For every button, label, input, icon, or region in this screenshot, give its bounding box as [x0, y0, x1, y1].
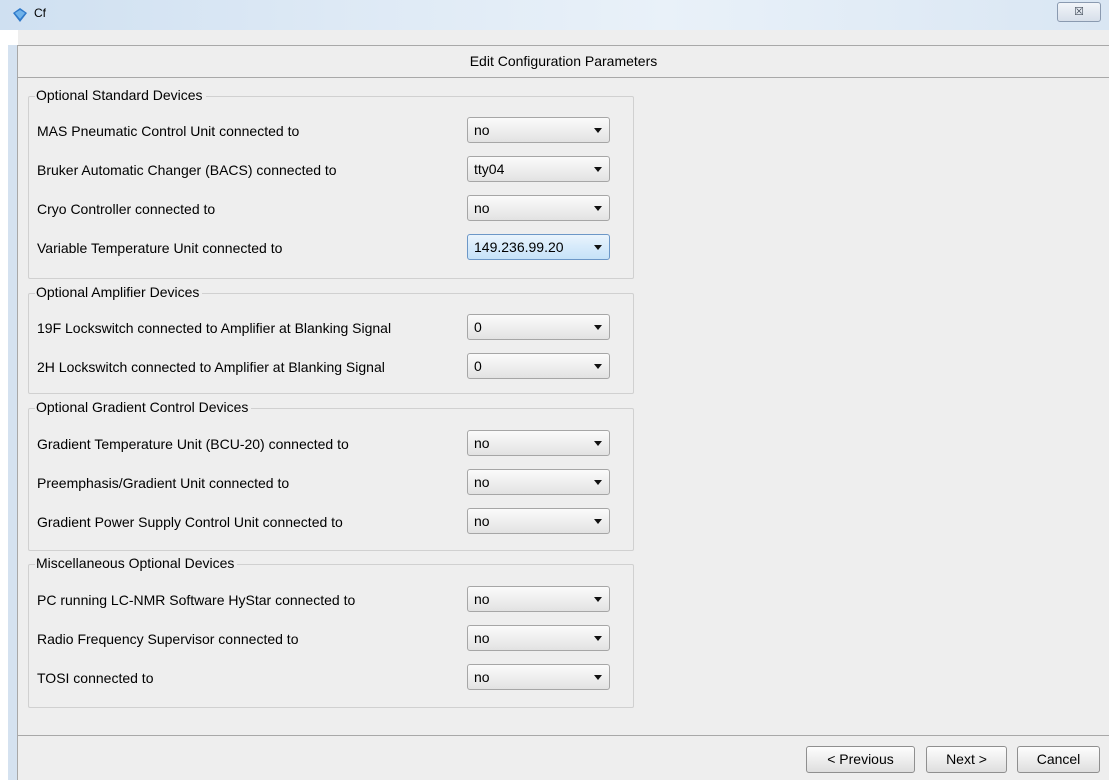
device-select[interactable]: no — [467, 664, 610, 690]
chevron-down-icon — [594, 325, 602, 330]
field-label: Gradient Power Supply Control Unit conne… — [37, 514, 343, 530]
button-bar-divider — [18, 735, 1109, 736]
device-select[interactable]: 149.236.99.20 — [467, 234, 610, 260]
select-value: no — [474, 200, 490, 216]
chevron-down-icon — [594, 167, 602, 172]
field-label: Cryo Controller connected to — [37, 201, 216, 217]
field-label: Preemphasis/Gradient Unit connected to — [37, 475, 290, 491]
cancel-button[interactable]: Cancel — [1017, 746, 1100, 773]
previous-button[interactable]: < Previous — [806, 746, 915, 773]
select-value: no — [474, 435, 490, 451]
next-button[interactable]: Next > — [926, 746, 1007, 773]
dialog-title: Edit Configuration Parameters — [18, 45, 1109, 78]
field-label: MAS Pneumatic Control Unit connected to — [37, 123, 300, 139]
chevron-down-icon — [594, 245, 602, 250]
device-select[interactable]: 0 — [467, 314, 610, 340]
chevron-down-icon — [594, 441, 602, 446]
field-label: 19F Lockswitch connected to Amplifier at… — [37, 320, 392, 336]
select-value: no — [474, 630, 490, 646]
device-select[interactable]: tty04 — [467, 156, 610, 182]
select-value: no — [474, 669, 490, 685]
device-select[interactable]: no — [467, 469, 610, 495]
field-label: PC running LC-NMR Software HyStar connec… — [37, 592, 356, 608]
group-title: Optional Gradient Control Devices — [35, 399, 252, 415]
chevron-down-icon — [594, 519, 602, 524]
device-select[interactable]: no — [467, 430, 610, 456]
chevron-down-icon — [594, 636, 602, 641]
field-label: TOSI connected to — [37, 670, 154, 686]
field-label: Gradient Temperature Unit (BCU-20) conne… — [37, 436, 349, 452]
app-icon — [13, 8, 27, 22]
device-select[interactable]: no — [467, 117, 610, 143]
chevron-down-icon — [594, 206, 602, 211]
device-select[interactable]: 0 — [467, 353, 610, 379]
window-title-bar: Cf ☒ — [0, 0, 1109, 30]
device-select[interactable]: no — [467, 195, 610, 221]
content-top-strip — [18, 30, 1109, 45]
device-select[interactable]: no — [467, 586, 610, 612]
select-value: 0 — [474, 358, 482, 374]
chevron-down-icon — [594, 480, 602, 485]
chevron-down-icon — [594, 128, 602, 133]
select-value: 149.236.99.20 — [474, 239, 564, 255]
select-value: tty04 — [474, 161, 505, 177]
chevron-down-icon — [594, 364, 602, 369]
select-value: 0 — [474, 319, 482, 335]
select-value: no — [474, 591, 490, 607]
select-value: no — [474, 513, 490, 529]
close-icon[interactable]: ☒ — [1057, 2, 1101, 22]
device-select[interactable]: no — [467, 625, 610, 651]
select-value: no — [474, 122, 490, 138]
select-value: no — [474, 474, 490, 490]
chevron-down-icon — [594, 675, 602, 680]
group-title: Optional Amplifier Devices — [35, 284, 203, 300]
window-title: Cf — [34, 6, 46, 20]
group-title: Miscellaneous Optional Devices — [35, 555, 238, 571]
group-title: Optional Standard Devices — [35, 87, 206, 103]
chevron-down-icon — [594, 597, 602, 602]
field-label: Bruker Automatic Changer (BACS) connecte… — [37, 162, 337, 178]
field-label: Variable Temperature Unit connected to — [37, 240, 283, 256]
device-select[interactable]: no — [467, 508, 610, 534]
field-label: Radio Frequency Supervisor connected to — [37, 631, 299, 647]
field-label: 2H Lockswitch connected to Amplifier at … — [37, 359, 385, 375]
